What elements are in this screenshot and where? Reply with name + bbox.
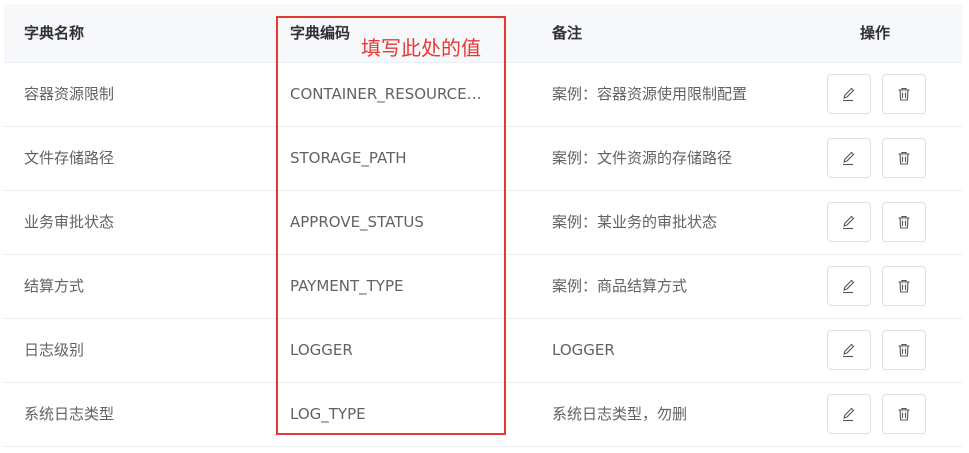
annotation-hint: 填写此处的值 (361, 36, 481, 60)
remark-cell: 系统日志类型，勿删 (552, 405, 688, 423)
delete-button[interactable] (882, 202, 926, 242)
edit-icon (843, 279, 855, 294)
edit-icon (843, 343, 855, 358)
dict-name-cell: 日志级别 (24, 341, 85, 359)
table-row: 文件存储路径 STORAGE_PATH 案例：文件资源的存储路径 (4, 127, 962, 191)
dict-name-cell: 结算方式 (24, 277, 85, 295)
edit-button[interactable] (827, 266, 871, 306)
remark-cell: 案例：文件资源的存储路径 (552, 149, 733, 167)
table-row: 日志级别 LOGGER LOGGER (4, 319, 962, 383)
trash-icon (898, 215, 910, 229)
dict-name-cell: 系统日志类型 (24, 405, 115, 423)
remark-cell: LOGGER (552, 341, 615, 359)
dict-name-cell: 业务审批状态 (24, 213, 115, 231)
header-remark: 备注 (552, 24, 583, 42)
delete-button[interactable] (882, 394, 926, 434)
edit-icon (843, 87, 855, 102)
edit-button[interactable] (827, 138, 871, 178)
header-actions: 操作 (860, 24, 891, 42)
edit-icon (843, 151, 855, 166)
dict-code-cell: APPROVE_STATUS (290, 213, 424, 231)
trash-icon (898, 87, 910, 101)
delete-button[interactable] (882, 266, 926, 306)
trash-icon (898, 407, 910, 421)
edit-button[interactable] (827, 202, 871, 242)
dict-code-cell: LOGGER (290, 341, 353, 359)
trash-icon (898, 343, 910, 357)
edit-button[interactable] (827, 330, 871, 370)
dict-code-cell: LOG_TYPE (290, 405, 366, 423)
remark-cell: 案例：某业务的审批状态 (552, 213, 718, 231)
table-row: 业务审批状态 APPROVE_STATUS 案例：某业务的审批状态 (4, 191, 962, 255)
table-header: 字典名称 字典编码 备注 操作 (4, 4, 962, 63)
edit-icon (843, 215, 855, 230)
delete-button[interactable] (882, 330, 926, 370)
dictionary-table: 字典名称 字典编码 备注 操作 容器资源限制 CONTAINER_RESOURC… (4, 4, 962, 447)
dict-name-cell: 文件存储路径 (24, 149, 115, 167)
trash-icon (898, 151, 910, 165)
delete-button[interactable] (882, 138, 926, 178)
dict-code-cell: STORAGE_PATH (290, 149, 407, 167)
edit-button[interactable] (827, 74, 871, 114)
dict-name-cell: 容器资源限制 (24, 85, 115, 103)
edit-icon (843, 407, 855, 422)
dict-code-cell: CONTAINER_RESOURCE… (290, 85, 482, 103)
table-row: 系统日志类型 LOG_TYPE 系统日志类型，勿删 (4, 383, 962, 447)
table-row: 结算方式 PAYMENT_TYPE 案例：商品结算方式 (4, 255, 962, 319)
remark-cell: 案例：商品结算方式 (552, 277, 688, 295)
edit-button[interactable] (827, 394, 871, 434)
table-row: 容器资源限制 CONTAINER_RESOURCE… 案例：容器资源使用限制配置 (4, 63, 962, 127)
header-dict-name: 字典名称 (24, 24, 85, 42)
remark-cell: 案例：容器资源使用限制配置 (552, 85, 748, 103)
trash-icon (898, 279, 910, 293)
delete-button[interactable] (882, 74, 926, 114)
dict-code-cell: PAYMENT_TYPE (290, 277, 404, 295)
